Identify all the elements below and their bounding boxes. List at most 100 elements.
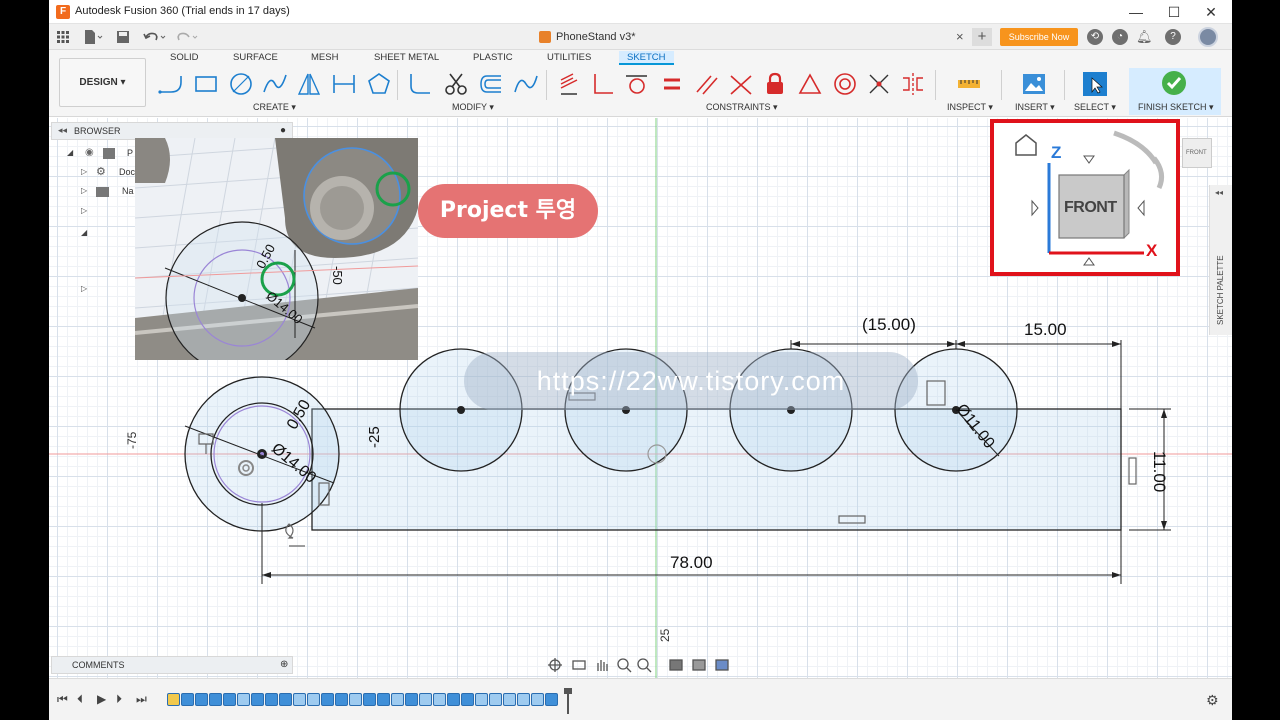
play-icon[interactable]: ▶ xyxy=(97,692,106,706)
timeline-feature[interactable] xyxy=(489,693,502,706)
constraints-group-label[interactable]: CONSTRAINTS ▾ xyxy=(706,102,778,113)
symmetry-icon[interactable] xyxy=(899,70,927,98)
timeline-feature[interactable] xyxy=(349,693,362,706)
step-back-icon[interactable]: ⏴ xyxy=(77,692,83,707)
timeline-feature[interactable] xyxy=(251,693,264,706)
go-to-start-icon[interactable]: ⏮ xyxy=(57,692,68,707)
timeline-feature[interactable] xyxy=(503,693,516,706)
save-icon[interactable] xyxy=(115,28,131,46)
tab-surface[interactable]: SURFACE xyxy=(225,51,286,65)
workspace-switcher[interactable]: DESIGN ▾ xyxy=(59,58,146,107)
tangent-icon[interactable] xyxy=(623,70,651,98)
create-group-label[interactable]: CREATE ▾ xyxy=(253,102,296,113)
close-window-button[interactable]: ✕ xyxy=(1197,3,1225,21)
undo-icon[interactable] xyxy=(141,28,167,46)
collapse-icon[interactable]: ◂◂ xyxy=(58,125,67,136)
redo-icon[interactable] xyxy=(173,28,199,46)
finish-sketch-label[interactable]: FINISH SKETCH ▾ xyxy=(1138,102,1214,113)
mirror-icon[interactable] xyxy=(295,70,323,98)
timeline-feature[interactable] xyxy=(377,693,390,706)
fillet-icon[interactable] xyxy=(406,70,434,98)
finish-check-icon[interactable] xyxy=(1161,70,1187,96)
timeline-feature[interactable] xyxy=(363,693,376,706)
tab-mesh[interactable]: MESH xyxy=(303,51,346,65)
timeline-feature[interactable] xyxy=(517,693,530,706)
close-tab-button[interactable]: × xyxy=(956,29,964,44)
navigation-bar[interactable] xyxy=(546,655,736,675)
timeline-feature[interactable] xyxy=(237,693,250,706)
expand-icon[interactable]: ◢ xyxy=(81,228,87,237)
timeline-feature[interactable] xyxy=(545,693,558,706)
timeline-feature[interactable] xyxy=(321,693,334,706)
timeline-feature[interactable] xyxy=(223,693,236,706)
dimension-icon[interactable] xyxy=(330,70,358,98)
timeline-feature[interactable] xyxy=(265,693,278,706)
timeline-feature[interactable] xyxy=(167,693,180,706)
perpendicular-icon[interactable] xyxy=(589,70,617,98)
timeline-feature[interactable] xyxy=(405,693,418,706)
mini-viewcube[interactable]: FRONT xyxy=(1182,138,1212,168)
minimize-button[interactable]: — xyxy=(1122,3,1150,21)
maximize-button[interactable]: ☐ xyxy=(1160,3,1188,21)
modify-group-label[interactable]: MODIFY ▾ xyxy=(452,102,494,113)
dim-spacing[interactable]: 15.00 xyxy=(1024,320,1067,340)
trim-icon[interactable] xyxy=(442,70,470,98)
timeline-feature[interactable] xyxy=(279,693,292,706)
timeline-feature[interactable] xyxy=(461,693,474,706)
break-curve-icon[interactable] xyxy=(512,70,540,98)
triangle-constraint-icon[interactable] xyxy=(796,70,824,98)
dim-vertical-offset[interactable]: -25 xyxy=(366,426,383,448)
timeline-feature[interactable] xyxy=(307,693,320,706)
timeline-feature[interactable] xyxy=(181,693,194,706)
timeline-feature[interactable] xyxy=(293,693,306,706)
new-tab-button[interactable]: + xyxy=(972,28,992,46)
equal-icon[interactable] xyxy=(658,70,686,98)
midpoint-icon[interactable] xyxy=(865,70,893,98)
sketch-palette-label[interactable]: SKETCH PALETTE xyxy=(1216,255,1225,325)
viewcube-front-face[interactable]: FRONT xyxy=(1064,199,1117,217)
timeline-feature[interactable] xyxy=(475,693,488,706)
dim-spacing-reference[interactable]: (15.00) xyxy=(862,315,916,335)
subscribe-button[interactable]: Subscribe Now xyxy=(1000,28,1078,46)
add-comment-icon[interactable]: ⊕ xyxy=(280,659,288,670)
timeline-feature[interactable] xyxy=(531,693,544,706)
collinear-icon[interactable] xyxy=(727,70,755,98)
go-to-end-icon[interactable]: ⏭ xyxy=(136,692,147,707)
polygon-icon[interactable] xyxy=(365,70,393,98)
timeline-marker[interactable] xyxy=(564,688,572,714)
timeline[interactable]: ⏮ ⏴ ▶ ⏵ ⏭ ⚙ xyxy=(49,678,1232,720)
fix-icon[interactable] xyxy=(761,70,789,98)
timeline-feature[interactable] xyxy=(447,693,460,706)
timeline-feature[interactable] xyxy=(433,693,446,706)
parallel-icon[interactable] xyxy=(693,70,721,98)
notifications-icon[interactable]: 🔔︎ xyxy=(1136,29,1153,45)
tab-sketch[interactable]: SKETCH xyxy=(619,51,674,65)
timeline-feature[interactable] xyxy=(335,693,348,706)
app-grid-icon[interactable] xyxy=(54,28,72,46)
circle-icon[interactable] xyxy=(227,70,255,98)
help-icon[interactable]: ? xyxy=(1165,29,1181,45)
comments-panel[interactable]: COMMENTS ⊕ xyxy=(51,656,293,674)
expand-icon[interactable]: ▷ xyxy=(81,284,87,293)
tab-utilities[interactable]: UTILITIES xyxy=(539,51,599,65)
insert-image-icon[interactable] xyxy=(1020,70,1048,98)
timeline-feature[interactable] xyxy=(195,693,208,706)
job-status-icon[interactable]: ◔ xyxy=(1112,29,1128,45)
offset-icon[interactable] xyxy=(477,70,505,98)
browser-row-named-views[interactable]: ▷ Na xyxy=(81,183,141,201)
extensions-icon[interactable]: ⟲ xyxy=(1087,29,1103,45)
select-icon[interactable] xyxy=(1081,70,1109,98)
measure-icon[interactable] xyxy=(955,70,983,98)
expand-palette-icon[interactable]: ◂◂ xyxy=(1215,188,1223,197)
dim-height[interactable]: 11.00 xyxy=(1149,451,1169,492)
file-menu-icon[interactable] xyxy=(81,28,103,46)
step-forward-icon[interactable]: ⏵ xyxy=(116,692,122,707)
timeline-settings-icon[interactable]: ⚙ xyxy=(1206,692,1219,709)
inspect-group-label[interactable]: INSPECT ▾ xyxy=(947,102,993,113)
browser-options-icon[interactable]: ● xyxy=(280,125,286,136)
tab-plastic[interactable]: PLASTIC xyxy=(465,51,521,65)
select-group-label[interactable]: SELECT ▾ xyxy=(1074,102,1116,113)
timeline-feature[interactable] xyxy=(391,693,404,706)
rectangle-icon[interactable] xyxy=(192,70,220,98)
user-avatar[interactable] xyxy=(1198,27,1218,47)
